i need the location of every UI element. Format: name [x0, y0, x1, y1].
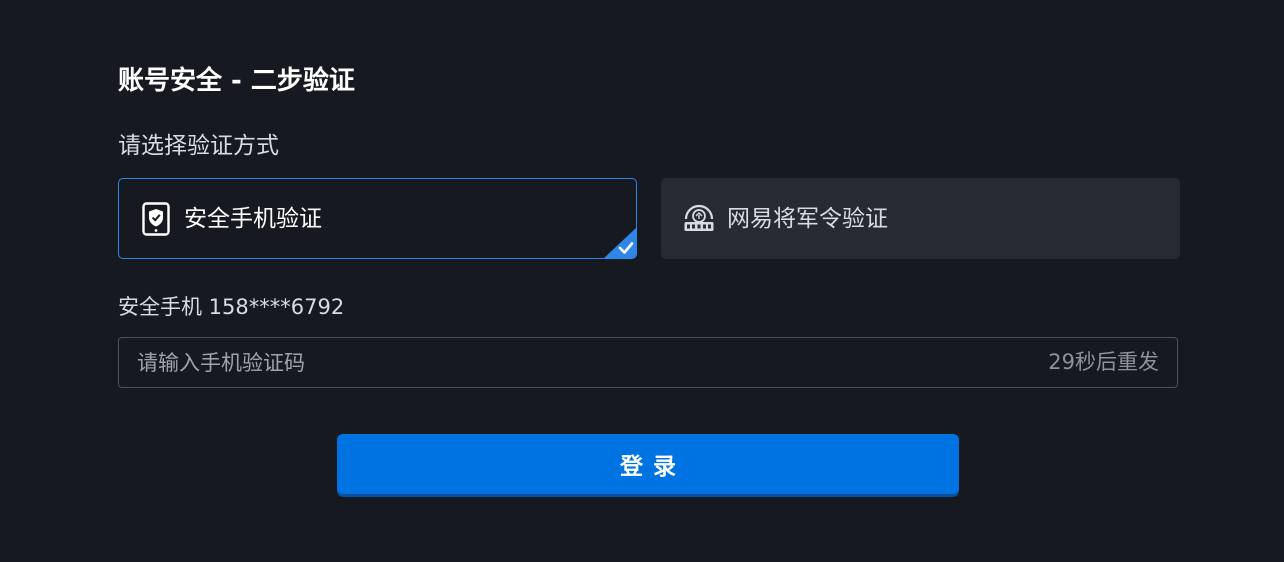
token-device-icon	[683, 203, 715, 235]
method-option-phone[interactable]: 安全手机验证	[118, 178, 637, 259]
login-button[interactable]: 登录	[337, 434, 959, 494]
sms-code-field: 29秒后重发	[118, 337, 1178, 388]
selected-check-icon	[603, 227, 636, 258]
sms-code-input[interactable]	[137, 338, 997, 387]
method-label-phone: 安全手机验证	[184, 205, 322, 232]
method-prompt: 请选择验证方式	[118, 133, 279, 159]
resend-countdown: 29秒后重发	[1048, 350, 1159, 374]
method-label-token: 网易将军令验证	[727, 205, 888, 232]
page-title: 账号安全 - 二步验证	[118, 66, 355, 96]
bound-phone-number: 安全手机 158****6792	[118, 295, 345, 319]
shield-phone-icon	[140, 201, 172, 236]
two-step-verification-page: 账号安全 - 二步验证 请选择验证方式 安全手机验证 网易将军令验证 安全手机 …	[0, 0, 1284, 562]
method-option-token[interactable]: 网易将军令验证	[661, 178, 1180, 259]
